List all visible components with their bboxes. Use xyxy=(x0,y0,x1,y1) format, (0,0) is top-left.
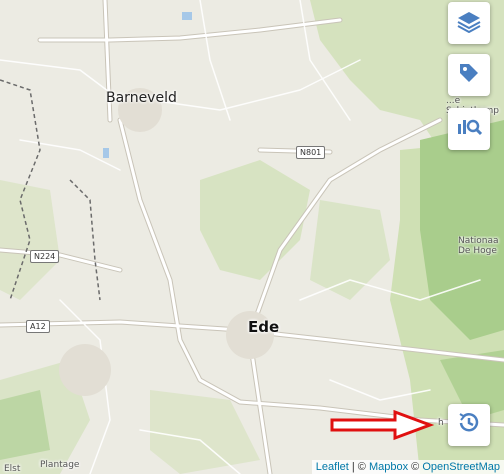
search-chart-icon xyxy=(456,116,483,143)
history-button[interactable] xyxy=(448,404,490,446)
attribution-separator: | xyxy=(351,461,355,473)
road-shield-n801: N801 xyxy=(296,146,326,159)
openstreetmap-link[interactable]: OpenStreetMap xyxy=(422,461,500,473)
tags-button[interactable] xyxy=(448,54,490,96)
layers-button[interactable] xyxy=(448,2,490,44)
map-tiles[interactable] xyxy=(0,0,504,474)
road-shield-n224: N224 xyxy=(30,250,60,263)
osm-copyright: © xyxy=(411,461,420,473)
leaflet-link[interactable]: Leaflet xyxy=(316,461,349,473)
road-shield-a12: A12 xyxy=(26,320,50,333)
map-view[interactable]: Barneveld Ede ...e Schietkamp Nationaa D… xyxy=(0,0,504,474)
layers-icon xyxy=(456,9,482,38)
map-attribution: Leaflet | © Mapbox © OpenStreetMap xyxy=(311,460,504,474)
mapbox-copyright: © xyxy=(357,461,366,473)
clock-history-icon xyxy=(456,410,482,441)
tag-icon xyxy=(457,61,481,90)
mapbox-link[interactable]: Mapbox xyxy=(369,461,408,473)
search-analysis-button[interactable] xyxy=(448,108,490,150)
